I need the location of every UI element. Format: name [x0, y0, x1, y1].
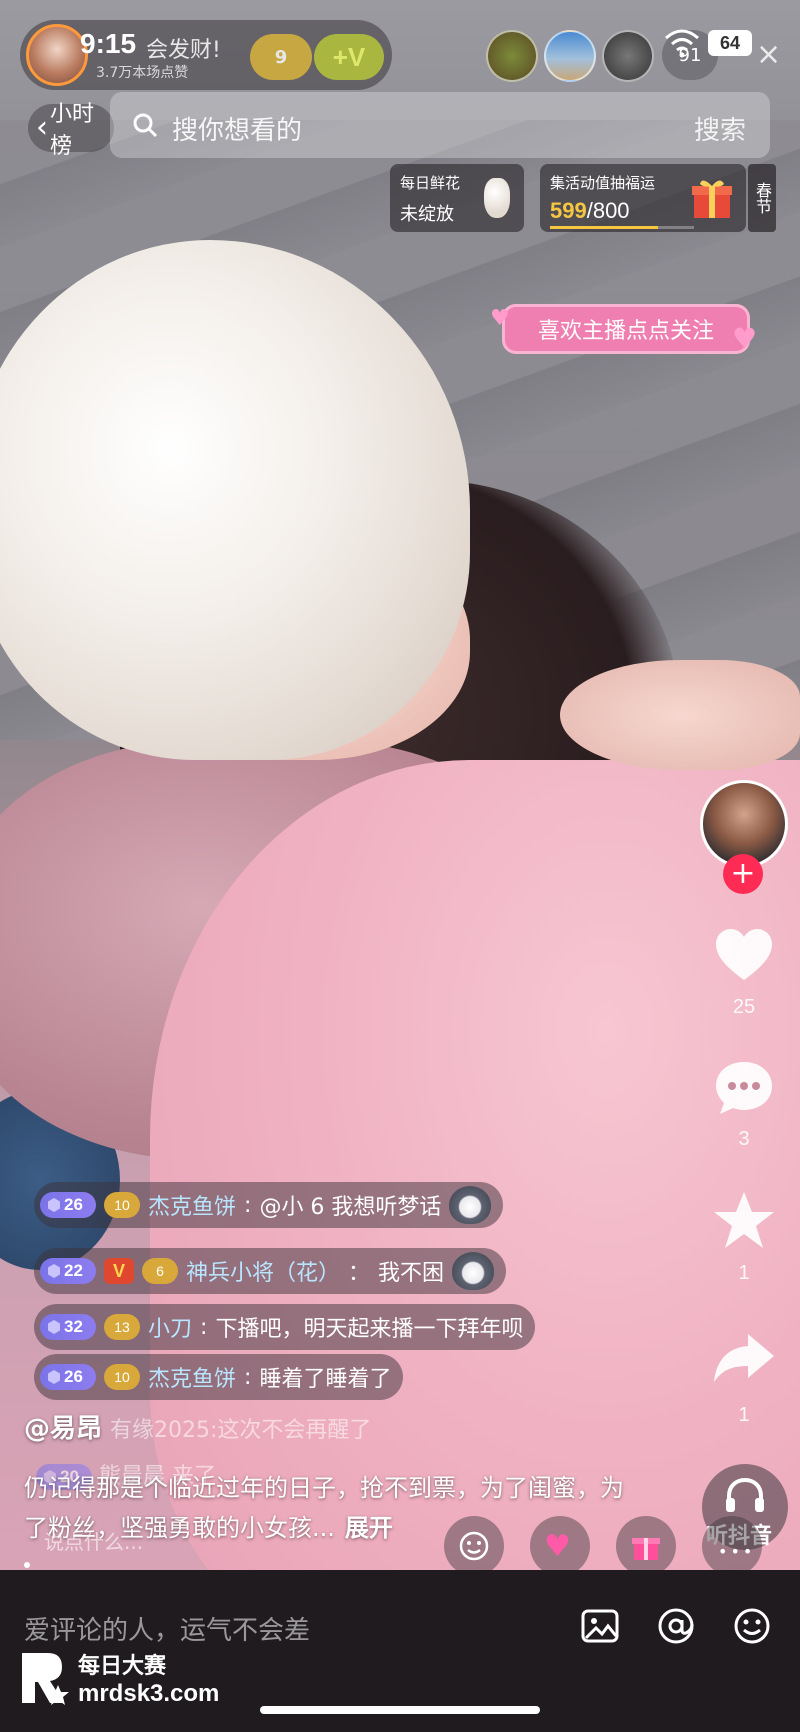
comment-text: 睡着了睡着了 — [259, 1367, 392, 1392]
mention-at-icon[interactable] — [656, 1606, 696, 1646]
comment-username[interactable]: 杰克鱼饼 — [148, 1361, 236, 1393]
gift-box-icon — [692, 180, 732, 218]
comment-colon: : — [244, 1364, 252, 1390]
gift-icon — [632, 1538, 660, 1560]
comment-row[interactable]: 26 10 杰克鱼饼 : @小 6 我想听梦话 — [34, 1182, 504, 1228]
comment-colon: : — [200, 1314, 208, 1340]
hand — [560, 660, 800, 770]
search-icon — [133, 113, 158, 138]
viewer-avatar-2[interactable] — [544, 30, 596, 82]
search-bar[interactable]: 搜你想看的 搜索 — [110, 92, 770, 158]
more-options-button[interactable]: ••• — [702, 1516, 762, 1576]
fan-badge: 10 — [104, 1364, 140, 1390]
watermark: 每日大赛 mrdsk3.com — [18, 1648, 219, 1708]
battery-indicator: 64 — [708, 30, 752, 56]
like-heart-icon[interactable] — [712, 924, 776, 988]
chevron-left-icon: ‹ — [36, 110, 48, 145]
comment-username[interactable]: 杰克鱼饼 — [148, 1189, 236, 1221]
event-card-title: 集活动值抽福运 — [550, 174, 656, 192]
comment-icon[interactable] — [712, 1056, 776, 1120]
favorite-star-icon[interactable] — [712, 1188, 776, 1252]
share-arrow-icon[interactable] — [712, 1326, 776, 1390]
viewer-avatar-1[interactable] — [486, 30, 538, 82]
follow-plus-button[interactable]: + — [723, 854, 763, 894]
pink-heart-icon: ♥ — [544, 1529, 571, 1564]
heart-icon-left: ♥ — [490, 306, 510, 331]
event-progress: 599/800 — [550, 198, 630, 223]
fan-badge: 6 — [142, 1258, 178, 1284]
share-count: 1 — [738, 1404, 750, 1426]
comment-text: @小 6 我想听梦话 — [259, 1195, 442, 1220]
headphones-icon — [726, 1477, 764, 1512]
comment-username[interactable]: 神兵小将（花） — [186, 1255, 340, 1287]
anchor-name: 会发财! — [146, 38, 221, 63]
fan-club-badge[interactable]: 9 — [250, 34, 312, 80]
user-level-badge: 22 — [40, 1258, 96, 1284]
smile-icon — [459, 1531, 489, 1561]
event-progress-fill — [550, 226, 658, 229]
home-indicator[interactable] — [260, 1706, 540, 1714]
video-author[interactable]: @易昂 — [24, 1408, 102, 1445]
vase-icon — [484, 178, 510, 218]
search-button[interactable]: 搜索 — [694, 110, 746, 147]
emoji-button[interactable] — [444, 1516, 504, 1576]
follow-prompt-bubble[interactable]: 喜欢主播点点关注 — [502, 304, 750, 354]
comment-text: 我不困 — [378, 1261, 445, 1286]
comment-username[interactable]: 小刀 — [148, 1311, 192, 1343]
comment-row[interactable]: 26 10 杰克鱼饼 : 睡着了睡着了 — [34, 1354, 404, 1400]
comment-input-field[interactable]: 爱评论的人，运气不会差 — [24, 1610, 310, 1647]
wifi-icon — [665, 29, 699, 58]
hourly-rank-back-button[interactable]: ‹ 小时榜 — [28, 102, 114, 159]
image-picker-icon[interactable] — [580, 1606, 620, 1646]
comment-row[interactable]: 32 13 小刀 : 下播吧，明天起来播一下拜年呗 — [34, 1304, 536, 1350]
comment-count: 3 — [738, 1128, 750, 1150]
status-time: 9:15 — [80, 28, 137, 59]
page-dot — [24, 1562, 30, 1568]
faint-comment: 有缘2025:这次不会再醒了 — [110, 1418, 372, 1443]
pink-blanket — [150, 760, 800, 1570]
heart-gift-button[interactable]: ♥ — [530, 1516, 590, 1576]
flower-card-title: 每日鲜花 — [400, 174, 461, 192]
daily-flower-card[interactable]: 每日鲜花 未绽放 — [390, 164, 524, 232]
fan-badge: 10 — [104, 1192, 140, 1218]
flower-card-status: 未绽放 — [400, 204, 454, 225]
comment-row[interactable]: 22 V 6 神兵小将（花） ： 我不困 — [34, 1248, 507, 1294]
anchor-avatar[interactable] — [26, 24, 88, 86]
fan-badge: 13 — [104, 1314, 140, 1340]
vip-v-badge: V — [104, 1258, 134, 1284]
heart-icon-right: ♥ — [732, 322, 758, 355]
close-icon[interactable]: × — [756, 40, 781, 70]
user-level-badge: 32 — [40, 1314, 96, 1340]
emoji-icon[interactable] — [732, 1606, 772, 1646]
watermark-line2: mrdsk3.com — [78, 1680, 220, 1707]
watermark-logo-icon — [22, 1653, 69, 1705]
hourly-rank-label: 小时榜 — [50, 102, 95, 159]
anchor-likes: 3.7万本场点赞 — [96, 65, 189, 81]
event-progress-bar — [550, 226, 694, 229]
comment-colon: ： — [348, 1261, 371, 1286]
comment-text: 下播吧，明天起来播一下拜年呗 — [215, 1317, 524, 1342]
gift-button[interactable] — [616, 1516, 676, 1576]
husky-sticker-icon — [452, 1252, 495, 1290]
spring-festival-tag[interactable]: 春节 — [748, 164, 776, 232]
viewer-avatar-3[interactable] — [602, 30, 654, 82]
comment-colon: : — [244, 1192, 252, 1218]
live-comment-input[interactable]: 说点什么... — [20, 1526, 450, 1566]
vip-badge[interactable]: +V — [314, 34, 384, 80]
user-level-badge: 26 — [40, 1364, 96, 1390]
more-dots-icon: ••• — [718, 1542, 756, 1561]
favorite-count: 1 — [738, 1262, 750, 1284]
husky-sticker-icon — [449, 1186, 492, 1224]
watermark-line1: 每日大赛 — [78, 1654, 167, 1679]
search-input[interactable]: 搜你想看的 — [172, 110, 302, 147]
like-count: 25 — [732, 996, 756, 1018]
user-level-badge: 26 — [40, 1192, 96, 1218]
